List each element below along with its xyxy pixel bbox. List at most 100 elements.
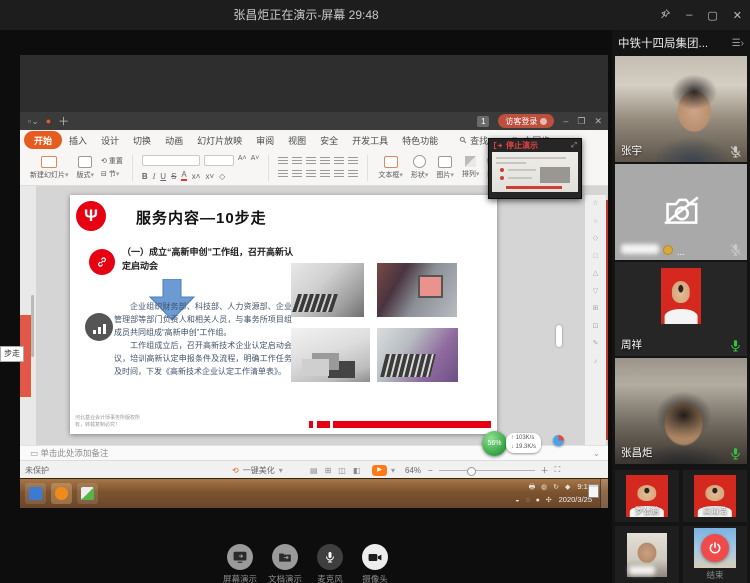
participant-thumb[interactable]: 高清浩 <box>683 470 747 522</box>
fit-slide-button[interactable]: ⛶ <box>555 465 561 475</box>
bold-button[interactable]: B <box>142 172 148 181</box>
notepad-tray-icon[interactable] <box>588 484 599 498</box>
zoom-slider[interactable] <box>439 470 535 471</box>
camera-button[interactable] <box>362 544 388 570</box>
view-notes-icon[interactable]: ◧ <box>353 466 361 475</box>
taskbar-app-cloud-icon[interactable] <box>51 483 72 504</box>
strike-button[interactable]: S <box>171 172 176 181</box>
tab-transition[interactable]: 切换 <box>126 132 158 149</box>
tab-animation[interactable]: 动画 <box>158 132 190 149</box>
find-button[interactable]: 查找 <box>459 134 488 147</box>
user-icon <box>540 118 547 125</box>
participant-tile-camera-off[interactable]: ... <box>615 164 747 260</box>
doc-share-button[interactable] <box>272 544 298 570</box>
mic-muted-icon <box>729 243 742 256</box>
minimize-button[interactable]: – <box>686 9 692 21</box>
show-desktop-button[interactable] <box>600 479 608 508</box>
hangup-power-button[interactable] <box>701 534 729 562</box>
thumbnail-scrollbar[interactable] <box>31 295 34 357</box>
shape-button[interactable]: 形状▾ <box>411 155 429 180</box>
participant-tile[interactable]: 周祥 <box>615 262 747 356</box>
underline-button[interactable]: U <box>160 172 166 181</box>
guest-login-button[interactable]: 访客登录 <box>498 114 554 128</box>
participant-thumb[interactable]: 罗张鹏 <box>615 470 679 522</box>
tab-home[interactable]: 开始 <box>24 131 62 149</box>
clear-format-button[interactable]: ◇ <box>219 172 225 181</box>
new-tab-button[interactable]: ＋ <box>58 113 69 129</box>
pin-icon[interactable] <box>659 8 671 23</box>
tab-view[interactable]: 视图 <box>281 132 313 149</box>
end-meeting-tile[interactable]: 结束 <box>683 526 747 583</box>
notes-collapse-chevron[interactable]: ⌄ <box>593 446 600 461</box>
document-scrollbar[interactable] <box>556 325 562 347</box>
control-label: 文档演示 <box>260 573 310 583</box>
slide-canvas[interactable]: Ψ 服务内容—10步走 （一）成立“高新申创”工作组，召开高新认定启动会 企业组… <box>70 195 497 434</box>
mic-on-icon <box>729 447 742 460</box>
system-tray[interactable]: 🖶 ◍ ↻ ◆9:15 ◒ ◌ ● ✣2020/3/25 <box>515 481 592 507</box>
protect-status[interactable]: 未保护 <box>25 465 49 476</box>
shrink-font-button[interactable]: A˅ <box>251 155 260 166</box>
subscript-button[interactable]: x˅ <box>205 172 214 181</box>
taskbar-app-green-icon[interactable] <box>77 483 98 504</box>
tab-review[interactable]: 审阅 <box>249 132 281 149</box>
taskbar-app-window-icon[interactable] <box>25 483 46 504</box>
beautify-icon: ⟲ <box>232 466 239 475</box>
arrange-button[interactable]: 排列▾ <box>462 156 480 179</box>
font-size-select[interactable] <box>204 155 234 166</box>
net-monitor-ball[interactable]: 56% <box>482 431 507 456</box>
close-button[interactable]: ✕ <box>733 9 742 22</box>
zoom-value[interactable]: 64% <box>405 466 421 475</box>
italic-button[interactable]: I <box>153 172 156 181</box>
view-read-icon[interactable]: ◫ <box>338 466 346 475</box>
participant-thumb[interactable] <box>615 526 679 583</box>
stop-share-button[interactable]: 停止演示 <box>506 140 538 151</box>
reset-button[interactable]: ⟲ 重置 <box>101 156 123 166</box>
participant-list-toggle-icon[interactable]: ☰› <box>732 38 744 49</box>
picture-button[interactable]: 图片▾ <box>436 156 454 180</box>
layout-button[interactable]: 版式▾ <box>77 156 95 180</box>
tab-insert[interactable]: 插入 <box>62 132 94 149</box>
view-sorter-icon[interactable]: ⊞ <box>325 466 332 475</box>
control-label: 麦克风 <box>305 573 355 583</box>
thumbnail-tooltip: 步走 <box>0 346 24 362</box>
font-family-select[interactable] <box>142 155 200 166</box>
zoom-out-button[interactable]: − <box>428 466 433 475</box>
share-preview-window[interactable]: 停止演示 ⤢ <box>488 138 582 199</box>
participant-name: 张宇 <box>621 143 642 158</box>
wps-statusbar: 未保护 ⟲ 一键美化▾ ▤ ⊞ ◫ ◧ ▶▾ 64% − ＋ ⛶ <box>20 460 608 479</box>
participant-tile[interactable]: 张宇 <box>615 56 747 162</box>
tab-security[interactable]: 安全 <box>313 132 345 149</box>
expand-preview-icon[interactable]: ⤢ <box>571 142 577 150</box>
slideshow-play-button[interactable]: ▶ <box>372 465 387 476</box>
wps-right-toolbar[interactable]: ☆○◇□△▽⊞⊡✎♪ <box>585 195 606 445</box>
section-button[interactable]: ⊟ 节▾ <box>101 169 123 179</box>
maximize-button[interactable]: ▢ <box>707 9 717 22</box>
wps-restore-button[interactable]: ❐ <box>577 116 585 127</box>
participant-name: 高清浩 <box>683 505 747 516</box>
screen-share-button[interactable] <box>227 544 253 570</box>
grow-font-button[interactable]: A˄ <box>238 155 247 166</box>
tab-devtools[interactable]: 开发工具 <box>345 132 395 149</box>
new-slide-button[interactable]: 新建幻灯片▾ <box>30 156 69 180</box>
doc-tab-dot[interactable]: ● <box>46 116 51 126</box>
microphone-button[interactable] <box>317 544 343 570</box>
mic-muted-icon <box>729 145 742 158</box>
font-color-button[interactable]: A <box>181 170 186 181</box>
notification-badge[interactable]: 1 <box>477 116 489 127</box>
beautify-button[interactable]: 一键美化 <box>243 465 275 476</box>
tab-design[interactable]: 设计 <box>94 132 126 149</box>
tab-special[interactable]: 特色功能 <box>395 132 445 149</box>
camera-off-icon <box>660 194 702 231</box>
tab-slideshow[interactable]: 幻灯片放映 <box>190 132 249 149</box>
wps-tab-icon[interactable]: ▫⌄ <box>28 116 39 127</box>
mic-on-icon <box>729 339 742 352</box>
zoom-in-button[interactable]: ＋ <box>541 465 549 476</box>
view-normal-icon[interactable]: ▤ <box>310 466 318 475</box>
superscript-button[interactable]: x˄ <box>192 172 201 181</box>
wps-minimize-button[interactable]: – <box>563 116 568 126</box>
presenter-status-text: 张昌炬正在演示-屏幕 29:48 <box>0 0 612 30</box>
net-monitor-logo[interactable] <box>553 435 564 446</box>
participant-tile-presenter[interactable]: 张昌炬 <box>615 358 747 464</box>
textbox-button[interactable]: 文本框▾ <box>378 156 403 180</box>
wps-close-button[interactable]: ✕ <box>594 116 602 127</box>
